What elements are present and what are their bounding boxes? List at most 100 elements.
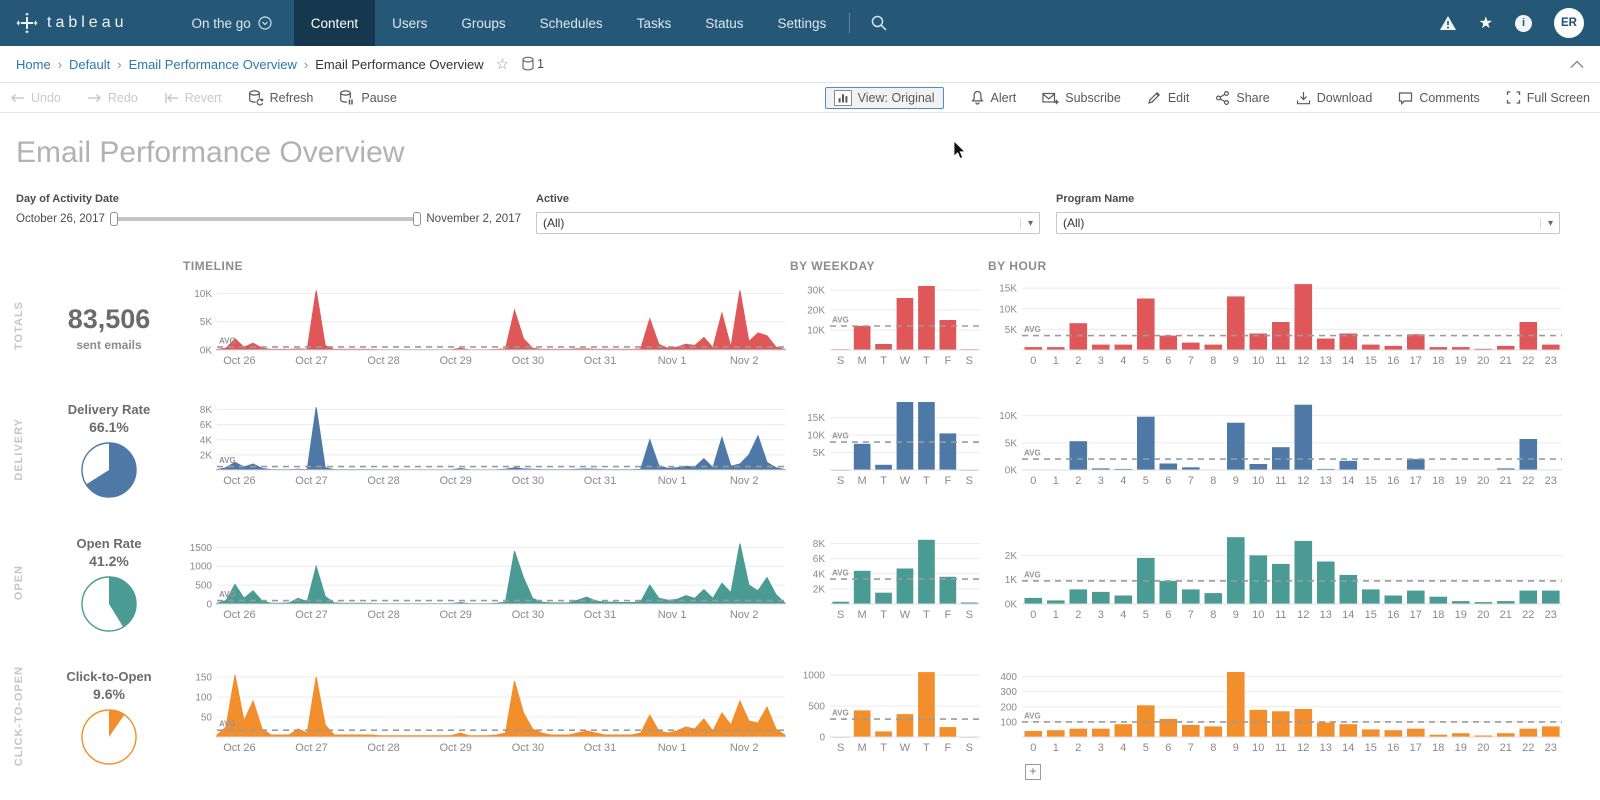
svg-text:1: 1 [1053, 355, 1059, 367]
open-rate-pie[interactable] [79, 574, 139, 639]
open-timeline-chart[interactable]: 050010001500Oct 26Oct 27Oct 28Oct 29Oct … [183, 530, 789, 622]
search-button[interactable] [860, 0, 898, 46]
nav-item-schedules[interactable]: Schedules [523, 0, 620, 46]
svg-text:7: 7 [1188, 742, 1194, 754]
date-end-value: November 2, 2017 [426, 213, 521, 225]
info-icon[interactable]: i [1515, 15, 1532, 32]
open-weekday-chart[interactable]: 2K4K6K8KSMTWTFSAVG [796, 530, 984, 622]
slider-track[interactable] [113, 217, 419, 221]
svg-text:3: 3 [1098, 609, 1104, 621]
svg-text:6: 6 [1165, 742, 1171, 754]
pause-button[interactable]: Pause [339, 90, 396, 106]
row-totals: TOTALS 83,506 sent emails 0K5K10KOct 26O… [0, 276, 1600, 374]
svg-text:16: 16 [1387, 609, 1399, 621]
site-switcher[interactable]: On the go [146, 0, 294, 46]
slider-handle-end[interactable] [413, 212, 421, 226]
svg-text:19: 19 [1455, 355, 1467, 367]
svg-text:AVG: AVG [1024, 449, 1041, 458]
edit-button[interactable]: Edit [1147, 90, 1190, 105]
svg-text:Oct 30: Oct 30 [512, 742, 544, 754]
barchart-icon [834, 90, 852, 106]
subscribe-button[interactable]: Subscribe [1042, 91, 1121, 105]
active-dropdown[interactable]: (All) ▾ [536, 212, 1040, 234]
totals-timeline-chart[interactable]: 0K5K10KOct 26Oct 27Oct 28Oct 29Oct 30Oct… [183, 276, 789, 368]
kpi-delivery-value: 66.1% [89, 419, 129, 435]
svg-text:22: 22 [1522, 609, 1534, 621]
kpi-open-title: Open Rate [76, 536, 141, 551]
totals-weekday-chart[interactable]: 10K20K30KSMTWTFSAVG [796, 276, 984, 368]
delivery-rate-pie[interactable] [79, 440, 139, 505]
svg-text:10K: 10K [194, 289, 212, 300]
cto-weekday-chart[interactable]: 05001000SMTWTFSAVG [796, 663, 984, 755]
redo-button[interactable]: Redo [87, 91, 138, 105]
active-dropdown-value: (All) [543, 216, 564, 230]
nav-item-content[interactable]: Content [294, 0, 375, 46]
svg-text:F: F [945, 475, 952, 487]
nav-item-settings[interactable]: Settings [760, 0, 843, 46]
share-button[interactable]: Share [1215, 91, 1269, 105]
svg-text:4K: 4K [200, 435, 213, 446]
nav-item-groups[interactable]: Groups [444, 0, 522, 46]
svg-text:Oct 31: Oct 31 [584, 355, 616, 367]
cto-timeline-chart[interactable]: 50100150Oct 26Oct 27Oct 28Oct 29Oct 30Oc… [183, 663, 789, 755]
alert-button[interactable]: Alert [970, 90, 1017, 105]
fullscreen-button[interactable]: Full Screen [1506, 90, 1590, 105]
nav-item-status[interactable]: Status [688, 0, 760, 46]
date-range-slider[interactable] [111, 212, 421, 226]
svg-text:17: 17 [1410, 355, 1422, 367]
delivery-weekday-chart[interactable]: 5K10K15KSMTWTFSAVG [796, 396, 984, 488]
svg-text:15: 15 [1365, 475, 1377, 487]
svg-text:S: S [837, 355, 844, 367]
svg-text:50: 50 [201, 713, 213, 724]
comments-button[interactable]: Comments [1398, 91, 1479, 105]
undo-button[interactable]: Undo [10, 91, 61, 105]
svg-text:AVG: AVG [219, 720, 236, 729]
favorite-toggle-star-icon[interactable]: ☆ [496, 55, 509, 73]
delivery-timeline-chart[interactable]: 2K4K6K8KOct 26Oct 27Oct 28Oct 29Oct 30Oc… [183, 396, 789, 488]
click-to-open-pie[interactable] [79, 707, 139, 772]
favorites-star-icon[interactable]: ★ [1479, 13, 1493, 33]
caret-down-icon: ▾ [1020, 218, 1033, 229]
view-original-button[interactable]: View: Original [825, 87, 944, 109]
search-icon [870, 14, 888, 32]
zoom-in-control[interactable]: + [1025, 764, 1041, 780]
svg-text:20: 20 [1477, 742, 1489, 754]
date-start-value: October 26, 2017 [16, 213, 105, 225]
svg-text:T: T [923, 609, 930, 621]
nav-item-users[interactable]: Users [375, 0, 444, 46]
download-button[interactable]: Download [1296, 91, 1373, 105]
tableau-server-app: tableau On the go Content Users Groups S… [0, 0, 1600, 800]
svg-text:30K: 30K [807, 286, 825, 297]
user-avatar[interactable]: ER [1554, 8, 1584, 38]
nav-item-tasks[interactable]: Tasks [620, 0, 689, 46]
svg-text:4K: 4K [813, 569, 826, 580]
delivery-hour-chart[interactable]: 0K5K10K012345678910111213141516171819202… [988, 396, 1566, 488]
refresh-button[interactable]: Refresh [248, 90, 314, 106]
tableau-logo[interactable]: tableau [0, 0, 146, 46]
kpi-cto-title: Click-to-Open [66, 669, 151, 684]
slider-handle-start[interactable] [110, 212, 118, 226]
cto-hour-chart[interactable]: 1002003004000123456789101112131415161718… [988, 663, 1566, 755]
alerts-warning-icon[interactable] [1439, 15, 1457, 31]
svg-text:0: 0 [206, 600, 212, 611]
open-hour-chart[interactable]: 0K1K2K0123456789101112131415161718192021… [988, 530, 1566, 622]
breadcrumb-home[interactable]: Home [16, 57, 51, 72]
svg-text:20: 20 [1477, 609, 1489, 621]
kpi-delivery-title: Delivery Rate [68, 402, 150, 417]
collapse-header-button[interactable] [1570, 60, 1584, 69]
svg-text:21: 21 [1500, 475, 1512, 487]
svg-text:S: S [966, 475, 973, 487]
revert-button[interactable]: Revert [164, 91, 222, 105]
svg-text:2K: 2K [1005, 551, 1018, 562]
program-dropdown[interactable]: (All) ▾ [1056, 212, 1560, 234]
svg-text:2K: 2K [200, 450, 213, 461]
row-label-click-to-open: CLICK-TO-OPEN [6, 663, 32, 769]
svg-text:10: 10 [1252, 609, 1264, 621]
svg-text:2K: 2K [813, 584, 826, 595]
totals-hour-chart[interactable]: 5K10K15K01234567891011121314151617181920… [988, 276, 1566, 368]
svg-text:T: T [880, 475, 887, 487]
breadcrumb-project[interactable]: Default [69, 57, 110, 72]
svg-text:11: 11 [1275, 609, 1286, 621]
svg-text:21: 21 [1500, 609, 1512, 621]
breadcrumb-workbook[interactable]: Email Performance Overview [129, 57, 297, 72]
